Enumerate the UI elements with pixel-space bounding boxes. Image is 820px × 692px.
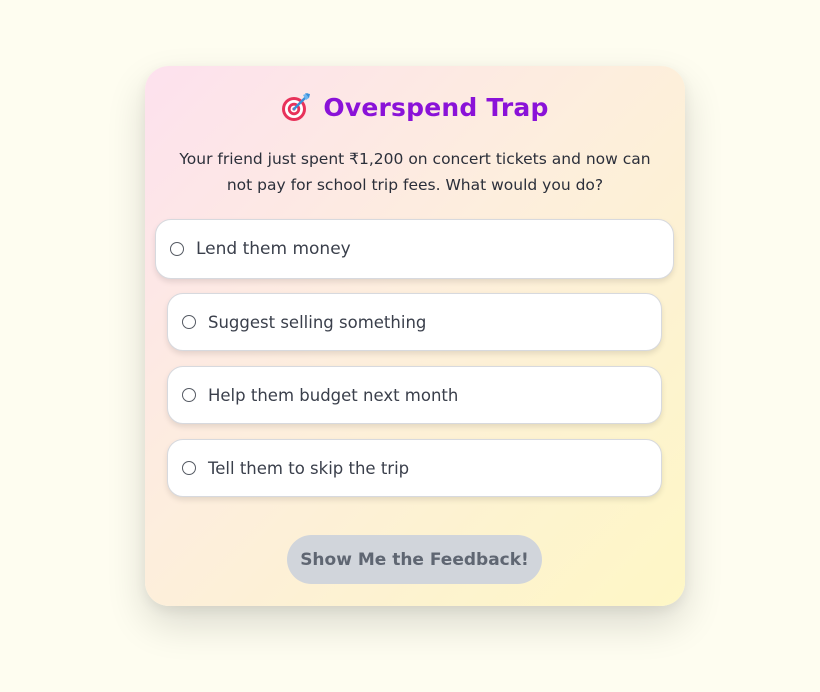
option-help-budget[interactable]: Help them budget next month [167, 366, 662, 424]
radio-button[interactable] [182, 461, 196, 475]
radio-button[interactable] [170, 242, 184, 256]
show-feedback-button[interactable]: Show Me the Feedback! [287, 535, 542, 584]
option-skip-trip[interactable]: Tell them to skip the trip [167, 439, 662, 497]
quiz-title: Overspend Trap [323, 92, 549, 122]
question-text: Your friend just spent ₹1,200 on concert… [179, 150, 651, 194]
option-label: Lend them money [196, 239, 351, 259]
radio-button[interactable] [182, 388, 196, 402]
option-suggest-selling[interactable]: Suggest selling something [167, 293, 662, 351]
option-label: Tell them to skip the trip [208, 458, 410, 478]
option-label: Help them budget next month [208, 385, 459, 405]
direct-hit-target-icon [281, 92, 311, 122]
quiz-header: Overspend Trap [145, 90, 685, 124]
radio-button[interactable] [182, 315, 196, 329]
option-lend-money[interactable]: Lend them money [155, 219, 674, 279]
option-label: Suggest selling something [208, 312, 427, 332]
quiz-card: Overspend Trap Your friend just spent ₹1… [145, 66, 685, 606]
